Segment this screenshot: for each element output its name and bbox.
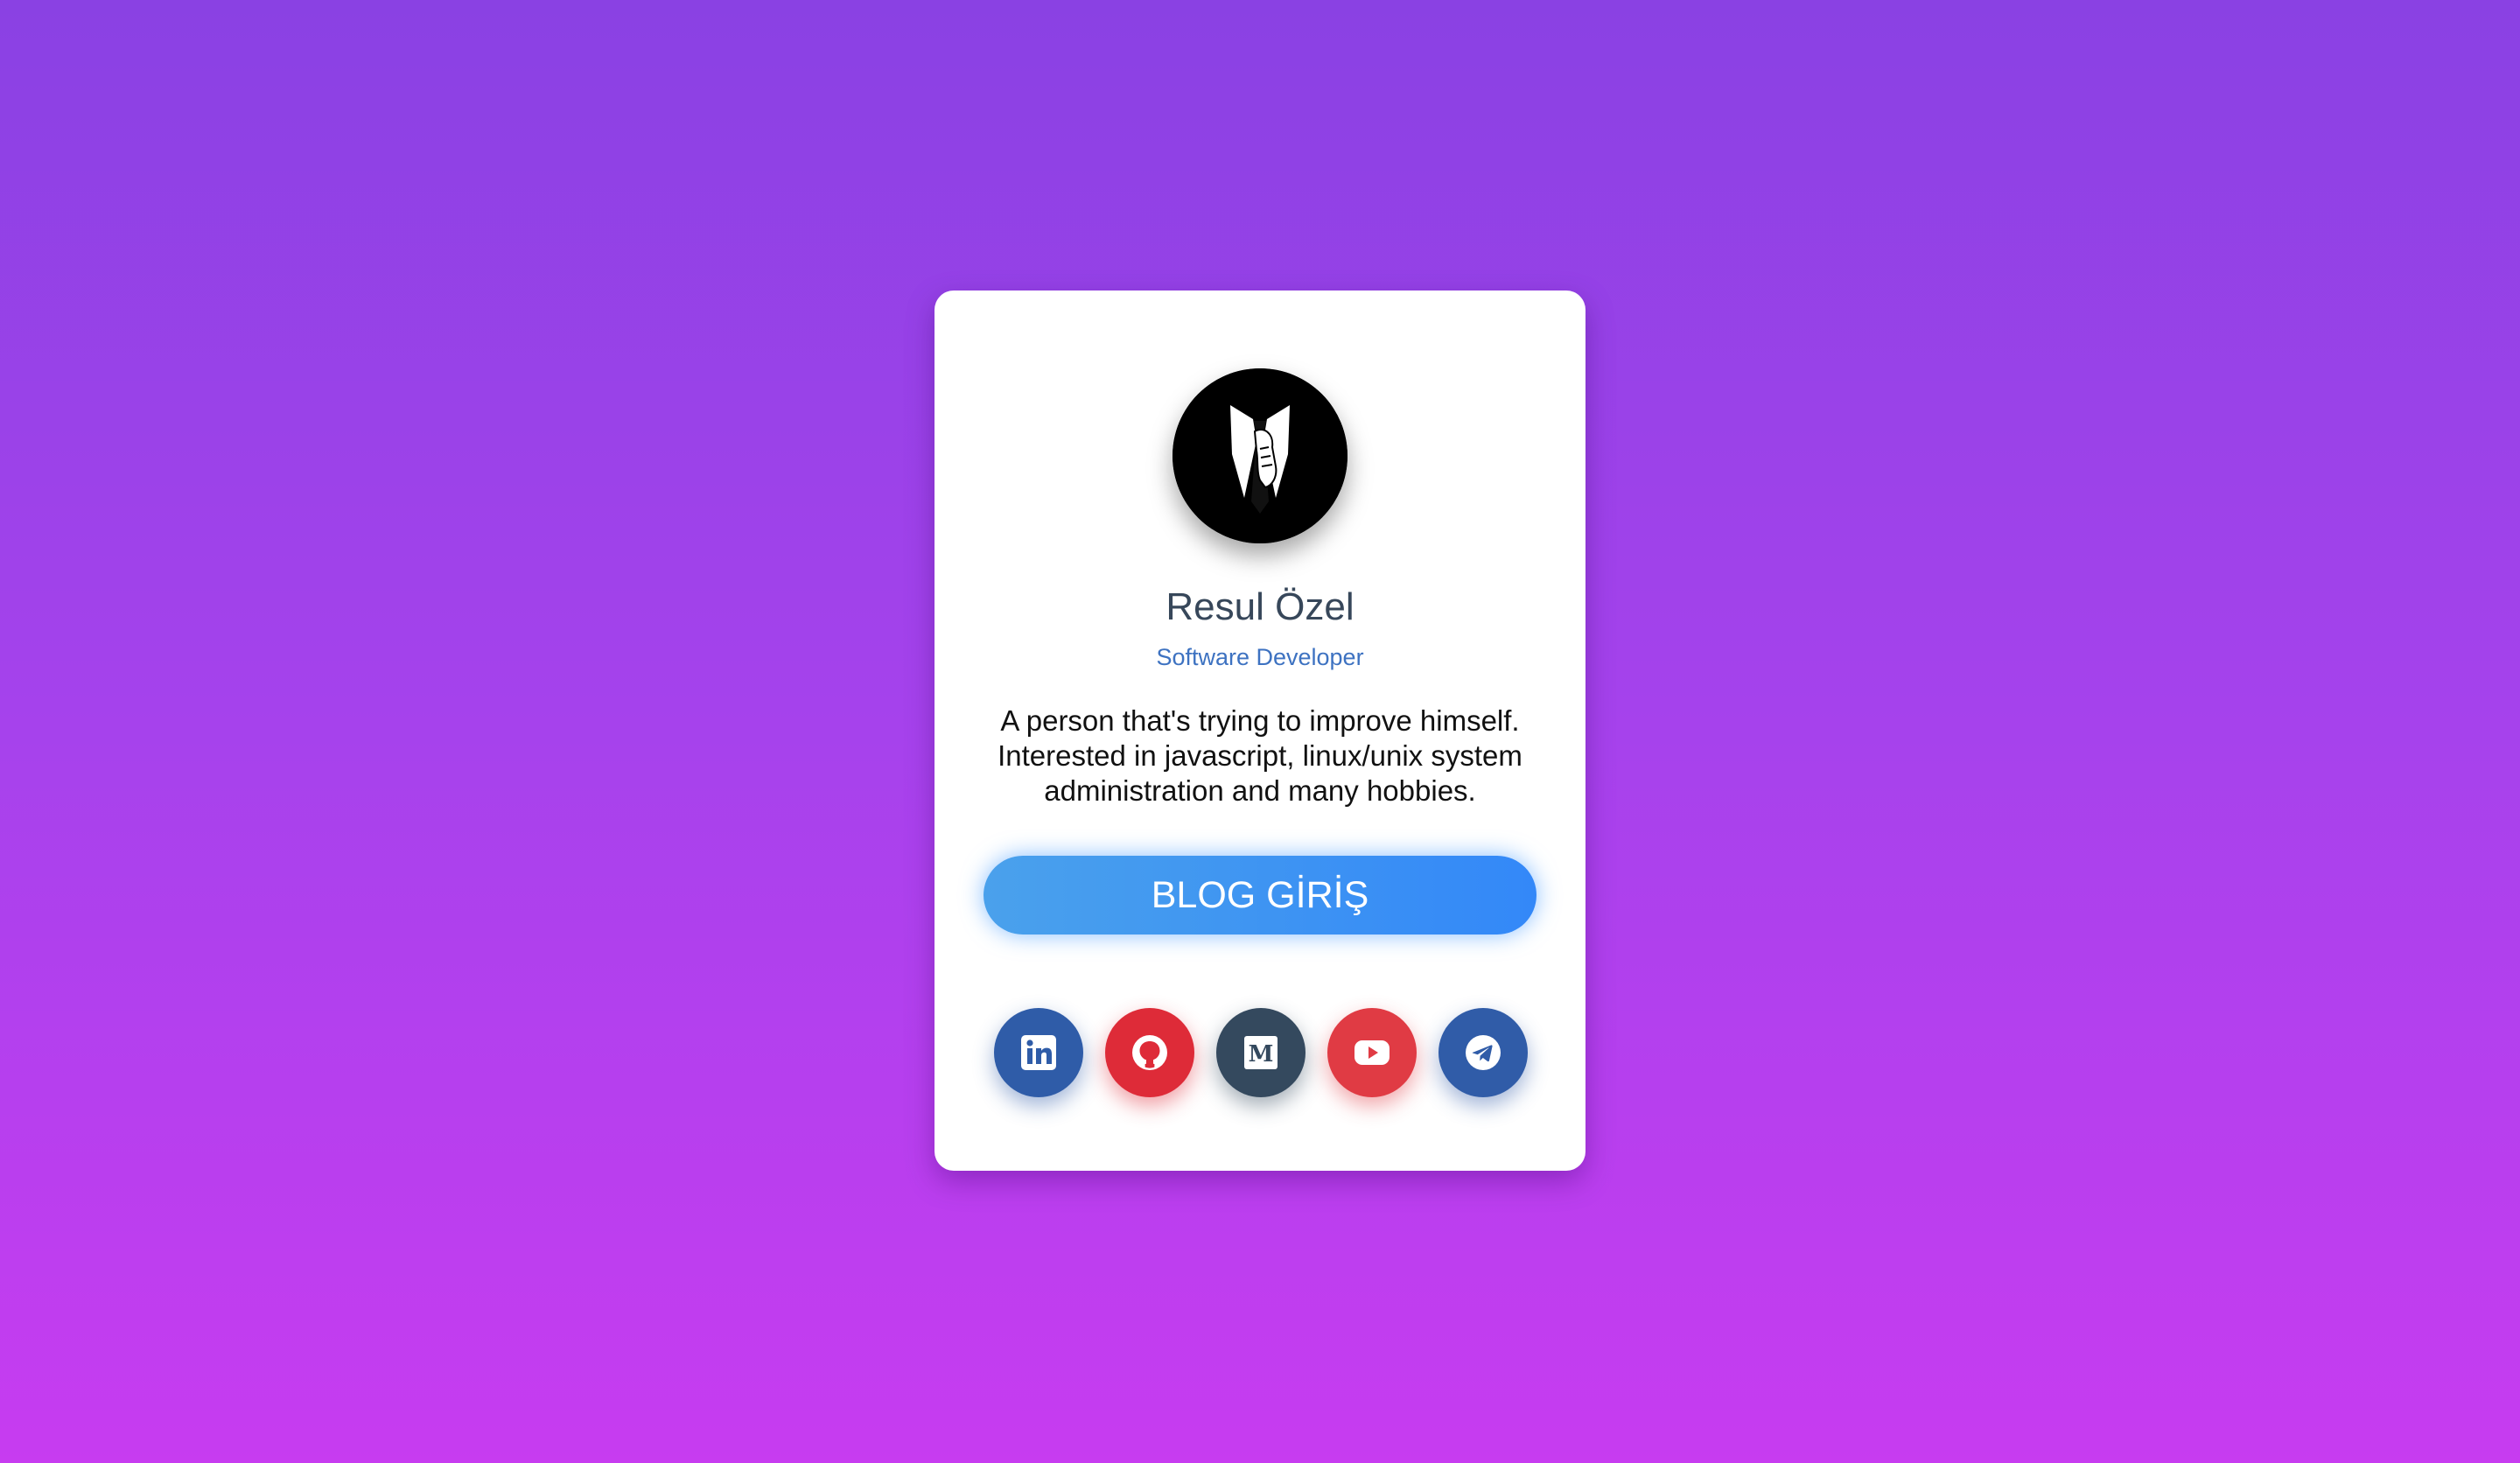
github-icon: [1132, 1035, 1167, 1070]
telegram-icon: [1466, 1035, 1501, 1070]
medium-icon: M: [1244, 1036, 1278, 1069]
linkedin-icon: [1021, 1035, 1056, 1070]
linkedin-button[interactable]: [994, 1008, 1083, 1097]
medium-button[interactable]: M: [1216, 1008, 1306, 1097]
blog-button[interactable]: BLOG GİRİŞ: [984, 856, 1536, 934]
profile-bio: A person that's trying to improve himsel…: [998, 704, 1522, 807]
youtube-icon: [1354, 1040, 1390, 1065]
telegram-button[interactable]: [1438, 1008, 1528, 1097]
svg-text:M: M: [1249, 1041, 1274, 1068]
profile-role: Software Developer: [1156, 644, 1364, 670]
youtube-button[interactable]: [1327, 1008, 1417, 1097]
github-button[interactable]: [1105, 1008, 1194, 1097]
suit-tie-icon: [1172, 368, 1348, 543]
profile-card: Resul Özel Software Developer A person t…: [934, 290, 1586, 1171]
profile-name: Resul Özel: [1166, 585, 1354, 628]
social-links: M: [934, 1008, 1586, 1099]
avatar: [1172, 368, 1348, 543]
